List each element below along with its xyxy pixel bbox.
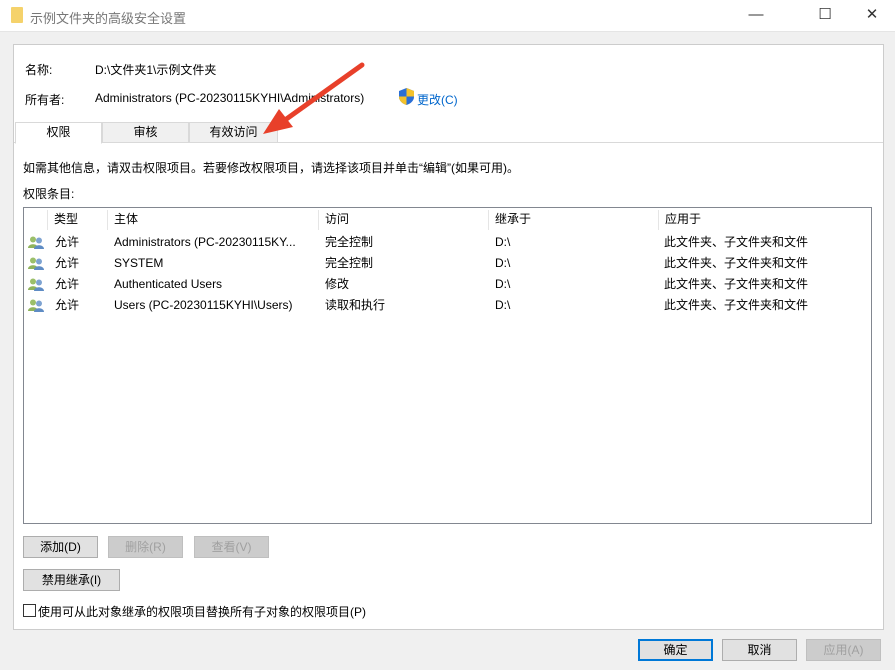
view-button[interactable]: 查看(V) <box>194 536 269 558</box>
permission-entries-list[interactable]: 类型 主体 访问 继承于 应用于 允许 Administrators (PC-20… <box>23 207 872 524</box>
close-button[interactable]: ✕ <box>849 0 895 32</box>
add-button[interactable]: 添加(D) <box>23 536 98 558</box>
entries-label: 权限条目: <box>23 185 74 202</box>
cell-principal: SYSTEM <box>114 253 163 274</box>
shield-icon <box>399 88 414 105</box>
column-header-applies-to[interactable]: 应用于 <box>659 210 871 230</box>
column-header-icon <box>24 210 48 230</box>
cell-inherited: D:\ <box>495 253 510 274</box>
title-bar: 示例文件夹的高级安全设置 — ☐ ✕ <box>0 0 895 32</box>
table-row[interactable]: 允许 Authenticated Users 修改 D:\ 此文件夹、子文件夹和文件 <box>24 274 871 295</box>
folder-icon <box>11 7 23 23</box>
owner-label: 所有者: <box>25 91 64 108</box>
cell-inherited: D:\ <box>495 295 510 316</box>
cell-access: 完全控制 <box>325 253 373 274</box>
table-row[interactable]: 允许 Users (PC-20230115KYHI\Users) 读取和执行 D:\ 此… <box>24 295 871 316</box>
cell-principal: Administrators (PC-20230115KY... <box>114 232 296 253</box>
cell-type: 允许 <box>55 274 79 295</box>
cell-type: 允许 <box>55 232 79 253</box>
replace-child-permissions-checkbox[interactable] <box>23 604 36 617</box>
remove-button[interactable]: 删除(R) <box>108 536 183 558</box>
cell-inherited: D:\ <box>495 274 510 295</box>
settings-panel: 名称: D:\文件夹1\示例文件夹 所有者: Administrators (P… <box>13 44 884 630</box>
cell-applies: 此文件夹、子文件夹和文件 <box>664 253 808 274</box>
column-header-principal[interactable]: 主体 <box>108 210 319 230</box>
column-header-type[interactable]: 类型 <box>48 210 108 230</box>
cell-type: 允许 <box>55 295 79 316</box>
ok-button[interactable]: 确定 <box>638 639 713 661</box>
tab-effective-access[interactable]: 有效访问 <box>189 122 278 143</box>
users-icon <box>28 236 44 249</box>
name-label: 名称: <box>25 61 52 78</box>
cell-principal: Authenticated Users <box>114 274 222 295</box>
users-icon <box>28 257 44 270</box>
cell-principal: Users (PC-20230115KYHI\Users) <box>114 295 293 316</box>
cell-applies: 此文件夹、子文件夹和文件 <box>664 274 808 295</box>
cell-inherited: D:\ <box>495 232 510 253</box>
cell-access: 修改 <box>325 274 349 295</box>
apply-button[interactable]: 应用(A) <box>806 639 881 661</box>
cancel-button[interactable]: 取消 <box>722 639 797 661</box>
tab-auditing[interactable]: 审核 <box>102 122 189 143</box>
users-icon <box>28 299 44 312</box>
users-icon <box>28 278 44 291</box>
name-value: D:\文件夹1\示例文件夹 <box>95 61 216 78</box>
maximize-button[interactable]: ☐ <box>802 0 848 32</box>
minimize-button[interactable]: — <box>733 0 779 32</box>
change-owner-link[interactable]: 更改(C) <box>417 91 458 108</box>
table-row[interactable]: 允许 Administrators (PC-20230115KY... 完全控制 D:… <box>24 232 871 253</box>
tab-permissions[interactable]: 权限 <box>15 122 102 144</box>
cell-access: 读取和执行 <box>325 295 385 316</box>
table-row[interactable]: 允许 SYSTEM 完全控制 D:\ 此文件夹、子文件夹和文件 <box>24 253 871 274</box>
instructions-text: 如需其他信息，请双击权限项目。若要修改权限项目，请选择该项目并单击“编辑”(如果… <box>23 159 519 176</box>
cell-applies: 此文件夹、子文件夹和文件 <box>664 295 808 316</box>
cell-applies: 此文件夹、子文件夹和文件 <box>664 232 808 253</box>
column-header-inherited-from[interactable]: 继承于 <box>489 210 659 230</box>
cell-type: 允许 <box>55 253 79 274</box>
column-header-access[interactable]: 访问 <box>319 210 489 230</box>
window-title: 示例文件夹的高级安全设置 <box>30 8 186 27</box>
cell-access: 完全控制 <box>325 232 373 253</box>
disable-inheritance-button[interactable]: 禁用继承(I) <box>23 569 120 591</box>
replace-child-permissions-label: 使用可从此对象继承的权限项目替换所有子对象的权限项目(P) <box>38 603 366 620</box>
owner-value: Administrators (PC-20230115KYHI\Administ… <box>95 91 364 105</box>
